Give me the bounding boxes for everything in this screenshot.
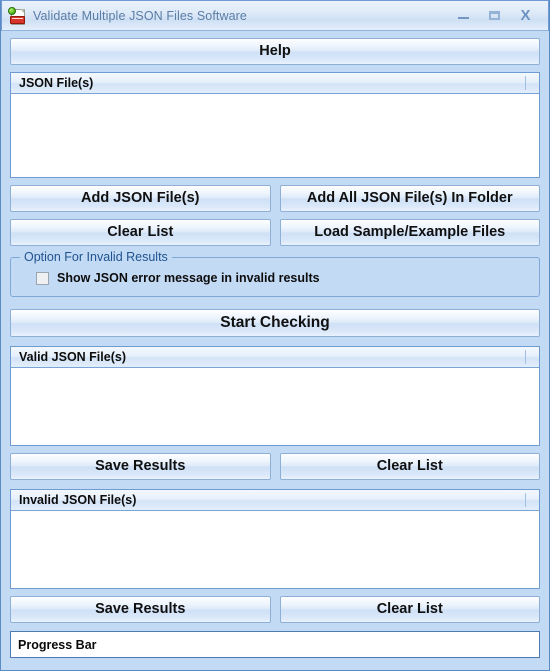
invalid-json-files-list-header[interactable]: Invalid JSON File(s)	[11, 490, 539, 511]
show-json-error-message-row[interactable]: Show JSON error message in invalid resul…	[19, 271, 531, 287]
client-area: Help JSON File(s) Add JSON File(s) Add A…	[1, 31, 549, 658]
help-button[interactable]: Help	[10, 38, 540, 65]
start-checking-button[interactable]: Start Checking	[10, 309, 540, 337]
save-valid-results-button[interactable]: Save Results	[10, 453, 271, 480]
show-json-error-message-checkbox[interactable]	[36, 271, 49, 285]
column-divider[interactable]	[525, 493, 526, 507]
valid-json-files-column-header: Valid JSON File(s)	[19, 350, 126, 364]
json-files-list-body[interactable]	[11, 94, 539, 177]
input-buttons-row-1: Add JSON File(s) Add All JSON File(s) In…	[10, 185, 540, 212]
close-icon[interactable]: X	[517, 7, 534, 24]
invalid-json-files-column-header: Invalid JSON File(s)	[19, 493, 137, 507]
input-buttons-row-2: Clear List Load Sample/Example Files	[10, 219, 540, 246]
maximize-icon[interactable]	[486, 7, 503, 24]
invalid-results-buttons-row: Save Results Clear List	[10, 596, 540, 623]
application-window: Validate Multiple JSON Files Software X …	[0, 0, 550, 671]
save-invalid-results-button[interactable]: Save Results	[10, 596, 271, 623]
window-title: Validate Multiple JSON Files Software	[33, 8, 247, 23]
clear-invalid-list-button[interactable]: Clear List	[279, 596, 540, 623]
add-all-json-files-in-folder-button[interactable]: Add All JSON File(s) In Folder	[279, 185, 540, 212]
valid-json-files-list[interactable]: Valid JSON File(s)	[10, 346, 540, 446]
progress-bar-label: Progress Bar	[18, 637, 97, 652]
minimize-icon[interactable]	[455, 7, 472, 24]
show-json-error-message-label: Show JSON error message in invalid resul…	[57, 271, 320, 285]
title-bar[interactable]: Validate Multiple JSON Files Software X	[1, 0, 549, 31]
option-for-invalid-results-group: Option For Invalid Results Show JSON err…	[10, 250, 540, 297]
load-sample-example-files-button[interactable]: Load Sample/Example Files	[279, 219, 540, 246]
column-divider[interactable]	[525, 350, 526, 364]
title-bar-left: Validate Multiple JSON Files Software	[8, 6, 455, 25]
clear-input-list-button[interactable]: Clear List	[10, 219, 271, 246]
progress-bar: Progress Bar	[10, 631, 540, 658]
option-group-title: Option For Invalid Results	[20, 250, 172, 264]
valid-results-buttons-row: Save Results Clear List	[10, 453, 540, 480]
invalid-json-files-list-body[interactable]	[11, 511, 539, 588]
invalid-json-files-list[interactable]: Invalid JSON File(s)	[10, 489, 540, 589]
clear-valid-list-button[interactable]: Clear List	[279, 453, 540, 480]
valid-json-files-list-header[interactable]: Valid JSON File(s)	[11, 347, 539, 368]
json-files-column-header: JSON File(s)	[19, 76, 94, 90]
json-files-list[interactable]: JSON File(s)	[10, 72, 540, 178]
json-files-list-header[interactable]: JSON File(s)	[11, 73, 539, 94]
column-divider[interactable]	[525, 76, 526, 90]
window-controls: X	[455, 7, 544, 24]
json-document-icon	[8, 6, 26, 25]
valid-json-files-list-body[interactable]	[11, 368, 539, 445]
add-json-files-button[interactable]: Add JSON File(s)	[10, 185, 271, 212]
